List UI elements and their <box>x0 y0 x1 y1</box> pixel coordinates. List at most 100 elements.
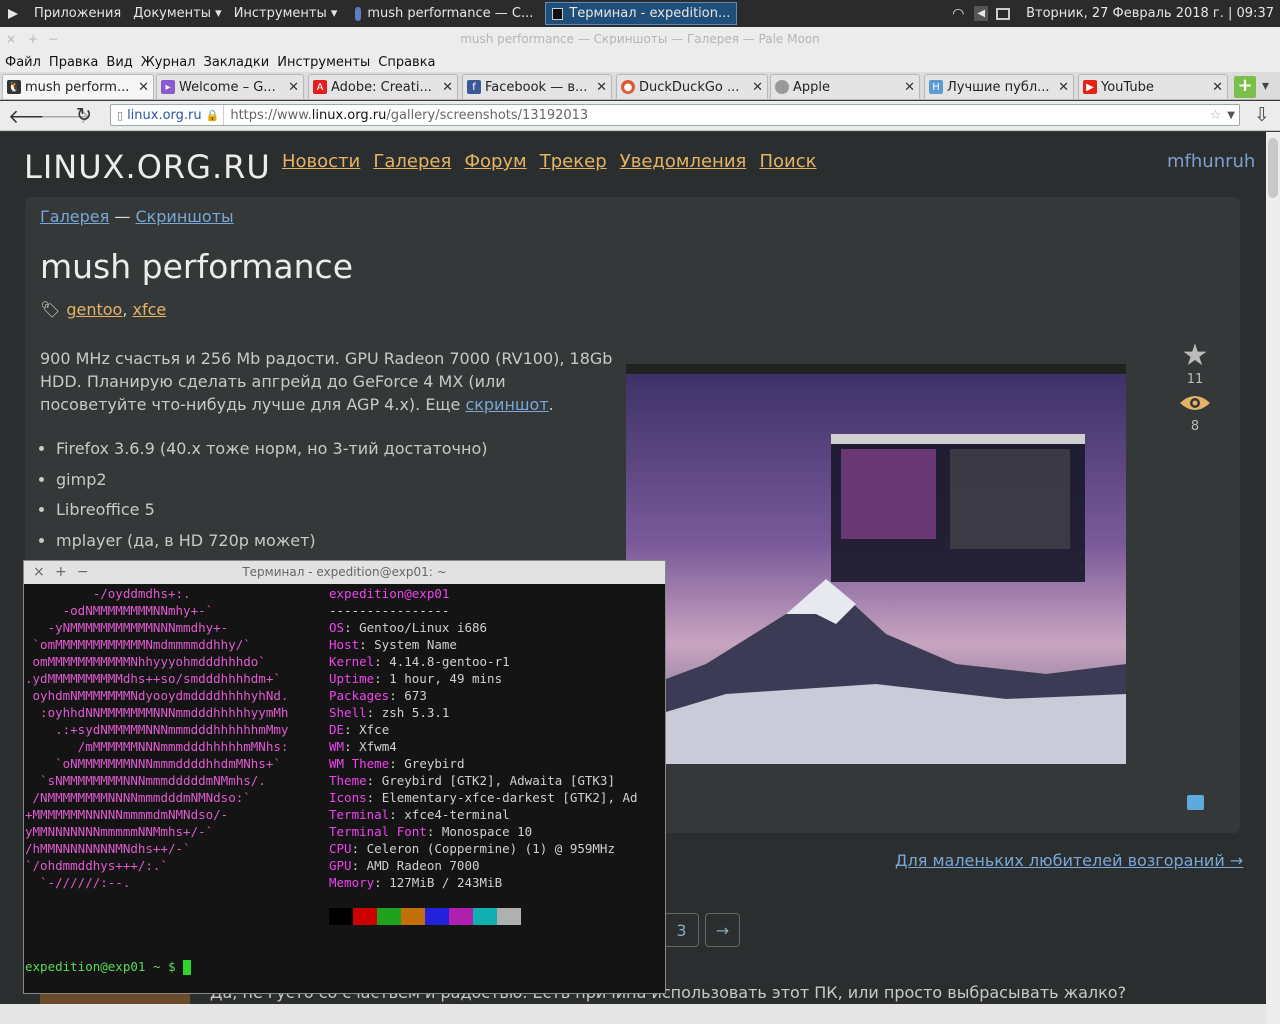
close-window-icon[interactable]: × <box>6 27 16 52</box>
linux-icon: 🐧 <box>7 80 21 94</box>
maximize-icon[interactable]: + <box>55 561 67 584</box>
menu-history[interactable]: Журнал <box>141 55 196 70</box>
terminal-window[interactable]: × + − Терминал - expedition@exp01: ~ -/o… <box>23 560 666 994</box>
gimp-icon: ▸ <box>161 80 175 94</box>
close-tab-icon[interactable]: ✕ <box>596 80 607 95</box>
documents-menu[interactable]: Документы ▾ <box>127 6 227 21</box>
desktop-icon[interactable] <box>996 7 1011 20</box>
tab-facebook[interactable]: f Facebook — в... ✕ <box>462 74 612 99</box>
tab-list-icon[interactable]: ▾ <box>1262 78 1269 94</box>
tab-duckduckgo[interactable]: ● DuckDuckGo ... ✕ <box>616 74 768 99</box>
apple-icon <box>775 80 789 94</box>
screenshot-link[interactable]: скриншот <box>465 395 548 414</box>
terminal-titlebar[interactable]: × + − Терминал - expedition@exp01: ~ <box>24 561 665 584</box>
list-item: Libreoffice 5 <box>56 495 488 526</box>
reload-button-icon[interactable]: ↻ <box>76 104 92 126</box>
page-next-button[interactable]: → <box>705 913 740 947</box>
minimize-window-icon[interactable]: − <box>48 27 58 52</box>
menu-tools[interactable]: Инструменты <box>277 55 370 70</box>
software-list: Firefox 3.6.9 (40.x тоже норм, но 3-тий … <box>56 434 488 556</box>
info-line: GPU: AMD Radeon 7000 <box>329 858 480 873</box>
nav-news[interactable]: Новости <box>282 151 360 172</box>
nav-notifications[interactable]: Уведомления <box>620 151 747 172</box>
tags: 🏷 gentoo, xfce <box>40 300 167 319</box>
gentoo-ascii-art: -/oyddmdhs+:. -odNMMMMMMMMNNmhy+-` -yNMM… <box>25 585 325 891</box>
breadcrumb: Галерея — Скриншоты <box>40 207 234 226</box>
tab-mush-performance[interactable]: 🐧 mush perform... ✕ <box>2 74 154 99</box>
maximize-window-icon[interactable]: + <box>28 27 38 52</box>
menu-edit[interactable]: Правка <box>49 55 98 70</box>
tab-gimp[interactable]: ▸ Welcome – G... ✕ <box>156 74 304 99</box>
info-line: DE: Xfce <box>329 722 390 737</box>
minimize-icon[interactable]: − <box>77 561 89 584</box>
next-gallery-link[interactable]: Для маленьких любителей возгораний → <box>895 851 1243 870</box>
scrollbar-thumb[interactable] <box>1268 138 1278 198</box>
nav-tracker[interactable]: Трекер <box>540 151 607 172</box>
ascii-art-line: +MMMMMMMNNNNNmmmmdmNMNdso/- <box>25 807 229 822</box>
screenshot-image[interactable] <box>626 364 1126 764</box>
palemoon-icon <box>355 6 362 21</box>
page-3-button[interactable]: 3 <box>664 913 699 947</box>
close-tab-icon[interactable]: ✕ <box>442 80 453 95</box>
info-line: Memory: 127MiB / 243MiB <box>329 875 503 890</box>
collapse-arrow-icon[interactable]: ◀ <box>974 6 989 21</box>
info-line: Terminal Font: Monospace 10 <box>329 824 533 839</box>
menu-file[interactable]: Файл <box>5 55 41 70</box>
taskbar-browser[interactable]: mush performance — С... <box>349 2 539 25</box>
taskbar-terminal[interactable]: Терминал - expedition... <box>545 2 738 25</box>
window-title: × + − mush performance — Скриншоты — Гал… <box>0 27 1280 52</box>
prompt-line[interactable]: expedition@exp01 ~ $ <box>25 958 192 975</box>
close-tab-icon[interactable]: ✕ <box>1212 80 1223 95</box>
info-line: OS: Gentoo/Linux i686 <box>329 620 488 635</box>
tab-adobe[interactable]: A Adobe: Creati... ✕ <box>308 74 458 99</box>
page-icon: ▯ <box>117 108 124 122</box>
info-line: Uptime: 1 hour, 49 mins <box>329 671 503 686</box>
palette-swatch <box>401 908 425 925</box>
menu-view[interactable]: Вид <box>106 55 132 70</box>
new-tab-button[interactable]: + <box>1234 76 1256 98</box>
palette-swatch <box>473 908 497 925</box>
terminal-icon <box>552 7 564 20</box>
youtube-icon: ▶ <box>1083 80 1097 94</box>
close-tab-icon[interactable]: ✕ <box>904 80 915 95</box>
xfce-menu-icon[interactable] <box>4 5 22 23</box>
close-tab-icon[interactable]: ✕ <box>288 80 299 95</box>
tag-xfce[interactable]: xfce <box>132 300 166 319</box>
tab-habr[interactable]: H Лучшие публ... ✕ <box>924 74 1074 99</box>
wifi-icon[interactable]: ◠ <box>952 6 964 22</box>
tab-youtube[interactable]: ▶ YouTube ✕ <box>1078 74 1228 99</box>
habr-icon: H <box>929 80 943 94</box>
site-identity[interactable]: ▯ linux.org.ru 🔒 <box>111 105 225 125</box>
page-scrollbar[interactable] <box>1266 132 1280 1024</box>
url-dropdown-icon[interactable]: ▼ <box>1227 110 1235 121</box>
bookmark-star-icon[interactable]: ☆ <box>1210 108 1222 123</box>
close-icon[interactable]: × <box>33 561 45 584</box>
star-icon[interactable]: ★ <box>1175 340 1215 372</box>
tools-menu[interactable]: Инструменты ▾ <box>228 6 344 21</box>
info-line: Shell: zsh 5.3.1 <box>329 705 450 720</box>
nav-forum[interactable]: Форум <box>464 151 526 172</box>
url-text[interactable]: https://www.linux.org.ru/gallery/screens… <box>224 108 588 123</box>
close-tab-icon[interactable]: ✕ <box>1058 80 1069 95</box>
site-logo[interactable]: LINUX.ORG.RU <box>24 148 271 186</box>
info-line: WM Theme: Greybird <box>329 756 465 771</box>
user-link[interactable]: mfhunruh <box>1167 151 1255 172</box>
url-bar[interactable]: ▯ linux.org.ru 🔒 https://www.linux.org.r… <box>110 104 1240 126</box>
info-line: WM: Xfwm4 <box>329 739 397 754</box>
close-tab-icon[interactable]: ✕ <box>752 80 763 95</box>
info-line: Terminal: xfce4-terminal <box>329 807 510 822</box>
twitter-icon[interactable] <box>1187 795 1204 810</box>
tag-gentoo[interactable]: gentoo <box>66 300 122 319</box>
download-icon[interactable]: ⇩ <box>1254 104 1270 126</box>
tab-apple[interactable]: Apple ✕ <box>770 74 920 99</box>
clock[interactable]: Вторник, 27 Февраль 2018 г. | 09:37 <box>1020 6 1280 21</box>
applications-menu[interactable]: Приложения <box>28 6 127 21</box>
crumb-screenshots[interactable]: Скриншоты <box>135 207 233 226</box>
nav-search[interactable]: Поиск <box>759 151 816 172</box>
crumb-gallery[interactable]: Галерея <box>40 207 109 226</box>
menu-help[interactable]: Справка <box>378 55 435 70</box>
top-panel: Приложения Документы ▾ Инструменты ▾ mus… <box>0 0 1280 27</box>
menu-bookmarks[interactable]: Закладки <box>204 55 270 70</box>
nav-gallery[interactable]: Галерея <box>373 151 451 172</box>
close-tab-icon[interactable]: ✕ <box>138 80 149 95</box>
